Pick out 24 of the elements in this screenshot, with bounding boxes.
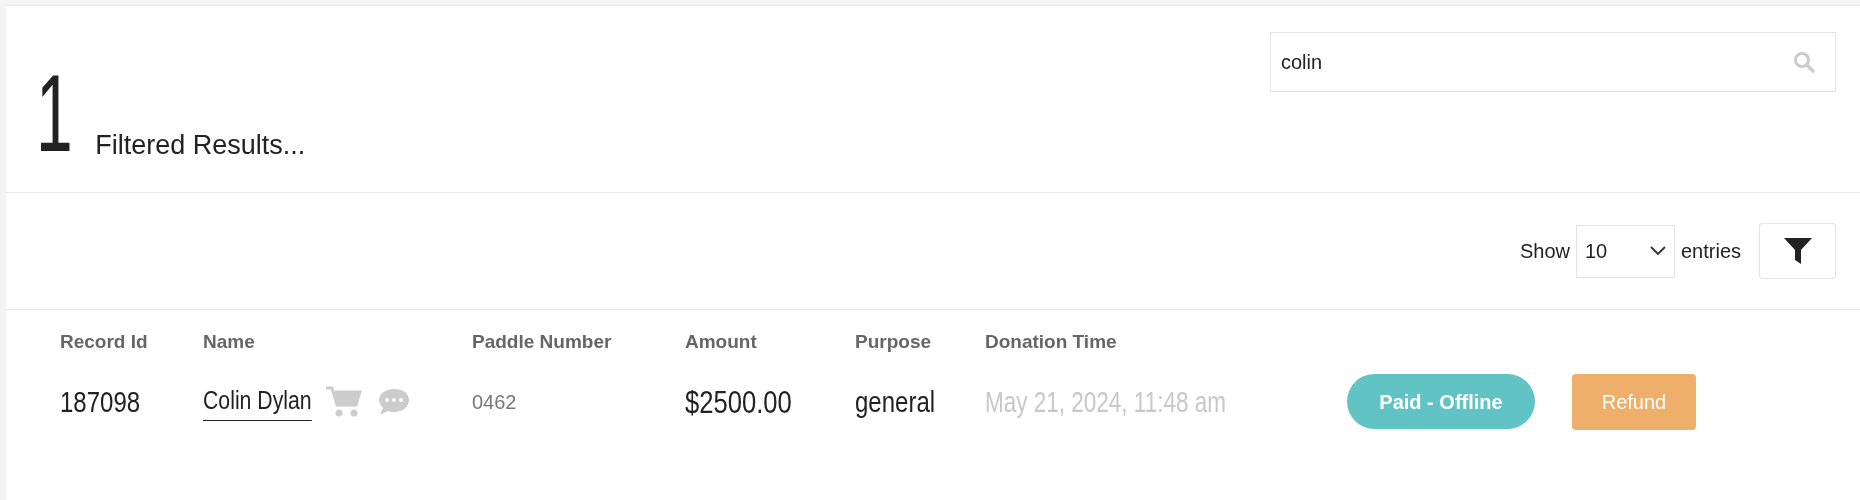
result-count: 1 [36, 58, 73, 168]
entries-select[interactable]: 10 [1575, 224, 1675, 278]
column-header: Name [203, 331, 255, 352]
column-header: Amount [685, 331, 757, 352]
purpose: general [855, 384, 936, 420]
column-header: Record Id [60, 331, 148, 352]
search-icon[interactable] [1792, 50, 1816, 74]
amount: $2500.00 [685, 382, 792, 422]
cart-icon[interactable] [324, 384, 363, 419]
entries-label: entries [1680, 239, 1741, 264]
record-id: 187098 [60, 384, 141, 420]
column-header: Paddle Number [472, 331, 612, 352]
filter-icon [1781, 235, 1814, 267]
comment-icon[interactable] [376, 386, 411, 417]
search-field[interactable]: colin [1270, 32, 1836, 92]
column-header: Donation Time [985, 331, 1117, 352]
status-badge: Paid - Offline [1347, 374, 1535, 429]
column-header: Purpose [855, 331, 932, 352]
filter-button[interactable] [1759, 223, 1836, 279]
donor-name-link[interactable]: Colin Dylan [203, 382, 312, 421]
chevron-down-icon [1649, 246, 1666, 256]
paddle-number: 0462 [472, 390, 517, 413]
results-label: Filtered Results... [95, 128, 306, 162]
show-label: Show [1519, 239, 1570, 264]
